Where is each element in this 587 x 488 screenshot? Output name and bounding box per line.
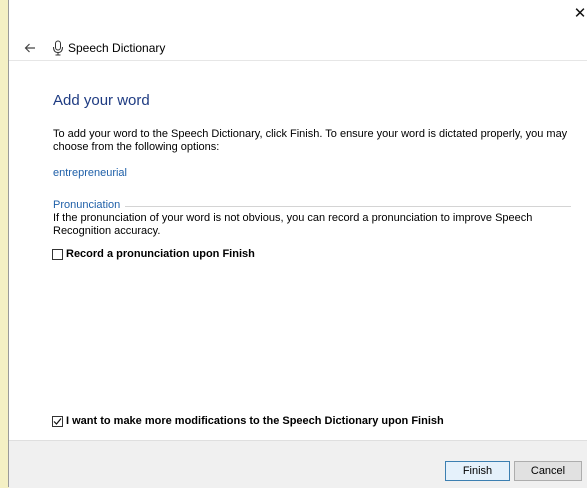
button-bar: Finish Cancel: [9, 440, 587, 488]
checkmark-icon: [53, 417, 62, 425]
page-heading: Add your word: [53, 92, 150, 109]
section-divider: [125, 206, 571, 207]
close-button[interactable]: ✕: [573, 0, 587, 26]
instructions-text: To add your word to the Speech Dictionar…: [53, 128, 568, 153]
record-pronunciation-option[interactable]: Record a pronunciation upon Finish: [52, 248, 255, 260]
microphone-icon: [53, 40, 63, 56]
title-bar: ✕: [9, 0, 587, 30]
more-modifications-label[interactable]: I want to make more modifications to the…: [66, 415, 444, 427]
close-icon: ✕: [573, 5, 587, 22]
content-area: Add your word To add your word to the Sp…: [9, 60, 587, 441]
back-button[interactable]: [22, 39, 38, 57]
more-modifications-checkbox[interactable]: [52, 415, 63, 427]
more-modifications-option[interactable]: I want to make more modifications to the…: [52, 415, 444, 427]
dictionary-word: entrepreneurial: [53, 167, 127, 179]
pronunciation-description: If the pronunciation of your word is not…: [53, 212, 533, 237]
pronunciation-section-label: Pronunciation: [53, 199, 125, 211]
finish-button[interactable]: Finish: [445, 461, 510, 481]
back-arrow-icon: [24, 43, 35, 53]
speech-dictionary-window: ✕ Speech Dictionary Add your word To add…: [8, 0, 587, 488]
record-pronunciation-checkbox[interactable]: [52, 248, 63, 260]
navigation-bar: Speech Dictionary: [9, 38, 587, 60]
window-title: Speech Dictionary: [68, 41, 166, 55]
record-pronunciation-label[interactable]: Record a pronunciation upon Finish: [66, 248, 255, 260]
cancel-button[interactable]: Cancel: [514, 461, 582, 481]
